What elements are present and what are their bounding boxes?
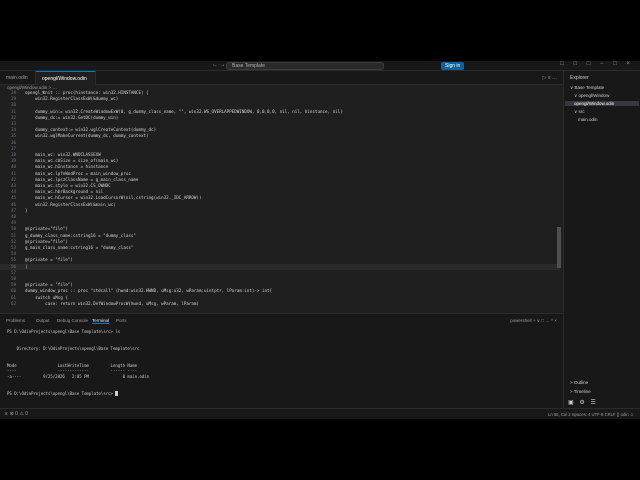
timeline-section[interactable]: > Timeline <box>570 389 591 394</box>
tab-main-odin[interactable]: main.odin <box>0 71 36 85</box>
tab-terminal[interactable]: Terminal <box>92 318 110 324</box>
command-center-search[interactable]: Base Template <box>226 62 384 70</box>
file-opengl-window-odin[interactable]: opengl/Window.odin <box>565 101 639 106</box>
outline-section[interactable]: > Outline <box>570 380 588 385</box>
status-problems[interactable]: ⨯ ⊗ 0 ⚠ 0 <box>4 411 28 417</box>
line-number: 62 <box>10 300 16 306</box>
editor-actions-icon[interactable]: ▷ ≡ … <box>542 75 557 81</box>
explorer-sidebar: Explorer ∨ Base Template ∨ opengl/Window… <box>563 71 640 408</box>
nav-arrows-icon[interactable]: ← → <box>212 62 226 68</box>
terminal-output[interactable]: PS D:\OdinProjects\opengl\Base Template\… <box>7 329 547 397</box>
vscode-window: ← → Base Template Sign in □ □ □ − □ × ma… <box>0 61 640 419</box>
code-editor[interactable]: 28 opengl_init :: proc(hinstance: win32.H… <box>0 90 563 313</box>
title-bar: ← → Base Template Sign in □ □ □ − □ × <box>0 61 640 71</box>
file-main-odin[interactable]: main.odin <box>578 117 598 122</box>
tab-output[interactable]: Output <box>36 318 50 323</box>
sidebar-actions-icon[interactable]: ▣ ⚙ ☰ <box>568 399 598 406</box>
folder-src[interactable]: ∨ src <box>574 109 585 115</box>
folder-base-template[interactable]: ∨ Base Template <box>570 85 604 91</box>
tab-problems[interactable]: Problems <box>6 318 25 323</box>
code-text[interactable]: case: return win32.DefWindowProcW(hwnd, … <box>25 301 199 307</box>
folder-opengl-window[interactable]: ∨ opengl/Window <box>574 93 609 99</box>
explorer-title: Explorer <box>570 75 589 81</box>
editor-tabs: main.odin opengl/Window.odin × ▷ ≡ … <box>0 71 563 96</box>
sign-in-button[interactable]: Sign in <box>441 62 465 70</box>
editor-scrollbar[interactable] <box>557 227 561 268</box>
status-right-info[interactable]: Ln 56, Col 2 Spaces: 4 UTF-8 CRLF {} odi… <box>548 412 634 417</box>
code-line[interactable]: 62 case: return win32.DefWindowProcW(hwn… <box>0 301 560 307</box>
terminal-cursor <box>115 391 119 397</box>
status-bar: ⨯ ⊗ 0 ⚠ 0 Ln 56, Col 2 Spaces: 4 UTF-8 C… <box>0 408 640 419</box>
terminal-line: PS D:\OdinProjects\opengl\Base Template\… <box>7 391 547 397</box>
terminal-actions[interactable]: powershell + ∨ □ … ^ × <box>510 318 557 324</box>
tab-ports[interactable]: Ports <box>116 318 127 323</box>
tab-debug-console[interactable]: Debug Console <box>57 318 88 323</box>
window-controls-icon[interactable]: □ □ □ − □ × <box>560 61 634 67</box>
bottom-panel: Problems Output Debug Console Terminal P… <box>0 313 563 408</box>
tab-opengl-window[interactable]: opengl/Window.odin × <box>36 71 96 96</box>
